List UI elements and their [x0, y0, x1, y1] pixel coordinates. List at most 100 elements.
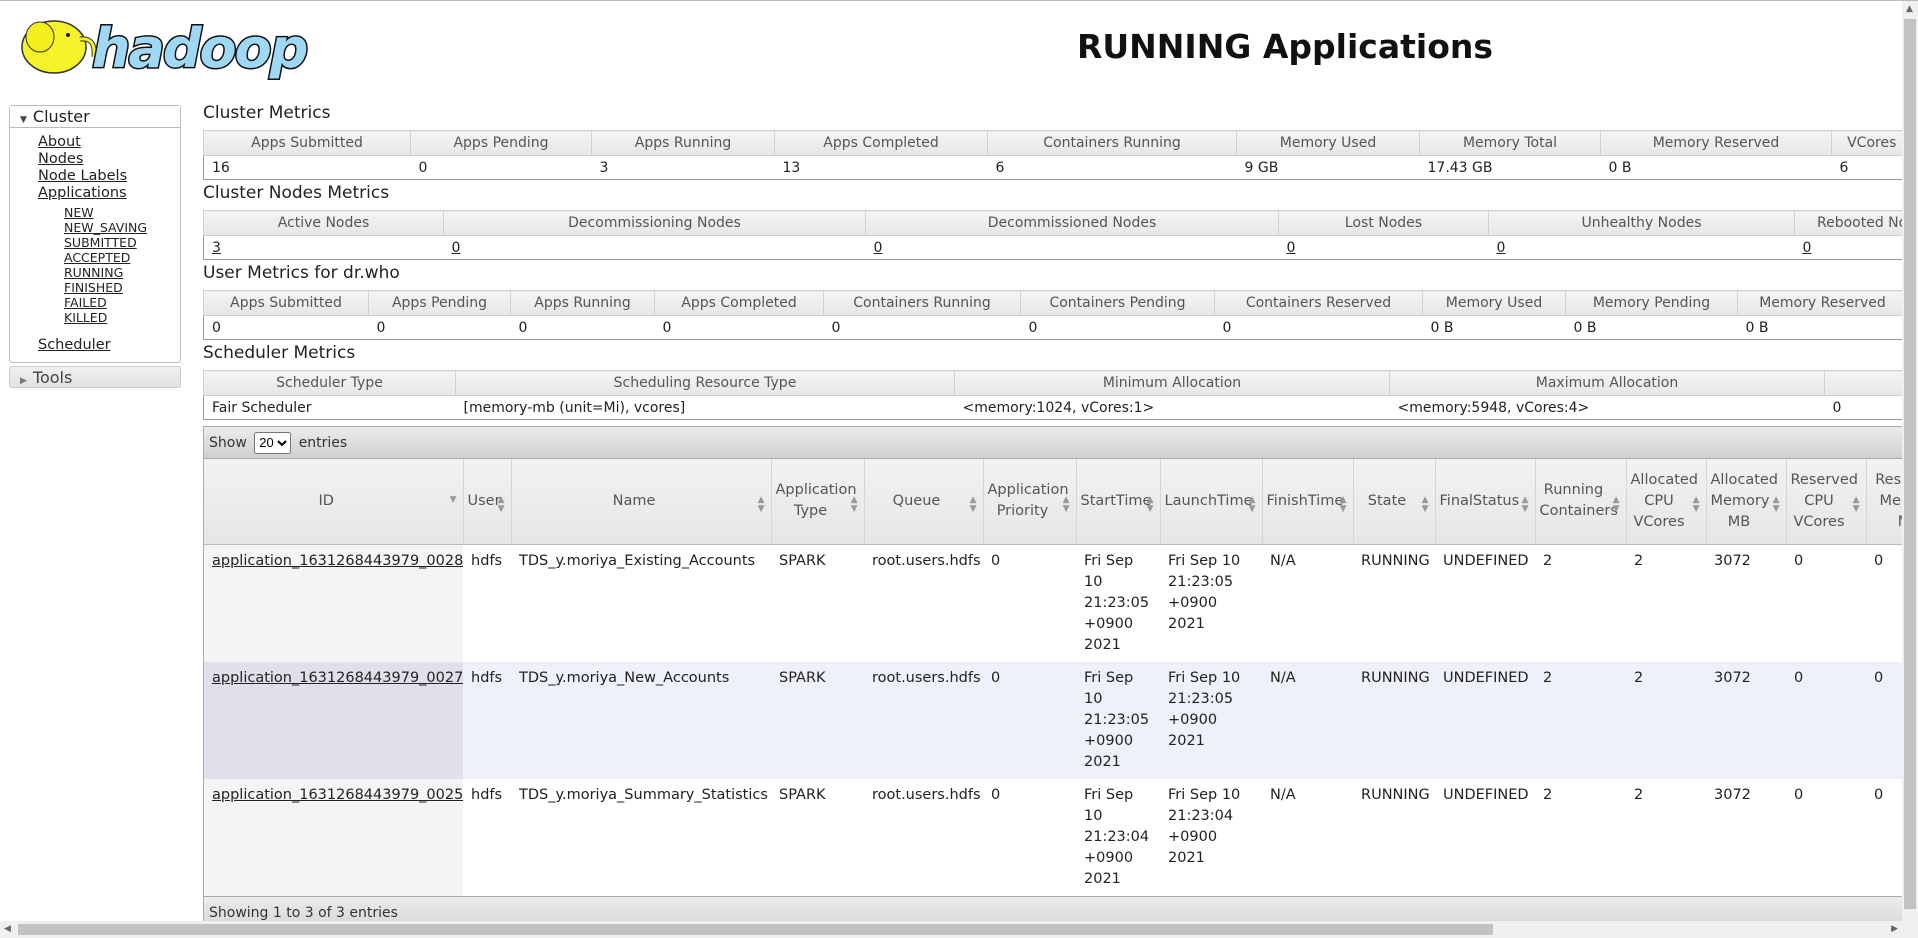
nav-state-killed[interactable]: KILLED [64, 310, 107, 325]
caret-down-icon: ▼ [20, 115, 27, 125]
sort-icon: ▲ ▼ [1772, 495, 1780, 515]
table-cell: 2 [1626, 661, 1706, 779]
page-length-control: Show 20 entries [204, 427, 1903, 459]
table-cell: RUNNING [1353, 544, 1435, 662]
cluster-nodes-metrics-table: Active Nodes Decommissioning Nodes Decommi… [203, 210, 1903, 260]
nav-state-new[interactable]: NEW [64, 205, 94, 220]
table-cell: Fri Sep 10 21:23:05 +0900 2021 [1076, 544, 1160, 662]
nav-link-nodes[interactable]: Nodes [38, 151, 83, 167]
metric-value: 0 [1020, 315, 1215, 340]
horizontal-scrollbar[interactable]: ◀ ▶ [0, 921, 1918, 938]
column-header-launchtime[interactable]: LaunchTime ▲ ▼ [1160, 459, 1263, 545]
table-row: application_1631268443979_0027 hdfs TDS_y.… [204, 661, 1903, 779]
table-cell: 2 [1535, 661, 1626, 779]
column-header-queue[interactable]: Queue ▲ ▼ [864, 459, 984, 545]
metric-header: Containers Pending [1020, 290, 1215, 316]
application-id-link[interactable]: application_1631268443979_0028 [212, 553, 463, 569]
metric-link[interactable]: 0 [1287, 240, 1296, 256]
nav-state-new-saving[interactable]: NEW_SAVING [64, 220, 147, 235]
nav-state-failed[interactable]: FAILED [64, 295, 107, 310]
column-label: LaunchTime [1164, 492, 1253, 509]
table-cell: RUNNING [1353, 778, 1435, 896]
column-header-reserved-memory-mb[interactable]: Reserved Memory MB▲▼ [1866, 459, 1903, 545]
column-header-state[interactable]: State ▲ ▼ [1353, 459, 1436, 545]
tools-section-toggle[interactable]: ▶ Tools [9, 366, 181, 388]
column-label: Reserved CPU VCores [1790, 471, 1859, 530]
applications-table-wrapper: Show 20 entries ID ▼ User ▲ ▼ Name ▲ ▼ Applicati… [203, 426, 1903, 935]
table-cell: 0 [983, 661, 1076, 779]
column-header-finalstatus[interactable]: FinalStatus ▲ ▼ [1435, 459, 1536, 545]
metric-link[interactable]: 0 [452, 240, 461, 256]
column-header-id[interactable]: ID ▼ [204, 459, 464, 545]
table-cell: TDS_y.moriya_Summary_Statistics [511, 778, 771, 896]
metric-header: Decommissioned Nodes [865, 210, 1279, 236]
column-label: FinalStatus [1439, 492, 1520, 509]
column-header-application-type[interactable]: Application Type ▲ ▼ [771, 459, 865, 545]
metric-header: Containers Running [823, 290, 1021, 316]
scroll-left-icon[interactable]: ◀ [4, 924, 11, 934]
metric-header: Active Nodes [203, 210, 444, 236]
application-id-link[interactable]: application_1631268443979_0025 [212, 787, 463, 803]
column-header-user[interactable]: User ▲ ▼ [463, 459, 512, 545]
column-label: Queue [892, 492, 941, 509]
show-label: Show [209, 435, 247, 451]
vertical-scrollbar[interactable]: ▲ [1902, 1, 1918, 923]
scroll-right-icon[interactable]: ▶ [1891, 924, 1898, 934]
metric-value: 17.43 GB [1419, 155, 1601, 180]
metric-value: <memory:1024, vCores:1> [954, 395, 1390, 420]
metric-link[interactable]: 0 [874, 240, 883, 256]
metric-link[interactable]: 3 [212, 240, 221, 256]
metric-value: 0 [1214, 315, 1423, 340]
column-header-allocated-memory-mb[interactable]: Allocated Memory MB ▲ ▼ [1706, 459, 1787, 545]
column-header-allocated-cpu-vcores[interactable]: Allocated CPU VCores ▲ ▼ [1626, 459, 1707, 545]
sort-desc-icon: ▼ [449, 495, 457, 506]
sort-icon: ▲ ▼ [1146, 495, 1154, 515]
metric-value: 0 [368, 315, 511, 340]
column-header-name[interactable]: Name ▲ ▼ [511, 459, 772, 545]
table-cell: UNDEFINED [1435, 544, 1535, 662]
nav-state-finished[interactable]: FINISHED [64, 280, 123, 295]
nav-link-node-labels[interactable]: Node Labels [38, 168, 127, 184]
table-cell: SPARK [771, 778, 864, 896]
column-header-starttime[interactable]: StartTime ▲ ▼ [1076, 459, 1161, 545]
table-cell: 2 [1535, 778, 1626, 896]
nav-state-running[interactable]: RUNNING [64, 265, 123, 280]
horizontal-scroll-thumb[interactable] [18, 924, 1493, 935]
metric-link[interactable]: 0 [1803, 240, 1812, 256]
nav-state-submitted[interactable]: SUBMITTED [64, 235, 137, 250]
metric-header: Memory Total [1419, 130, 1601, 156]
table-cell: 0 [1866, 778, 1903, 896]
page-size-select[interactable]: 20 [254, 431, 292, 454]
table-cell: TDS_y.moriya_New_Accounts [511, 661, 771, 779]
table-cell: 0 [1866, 544, 1903, 662]
nav-state-accepted[interactable]: ACCEPTED [64, 250, 130, 265]
table-cell: Fri Sep 10 21:23:04 +0900 2021 [1076, 778, 1160, 896]
column-header-running-containers[interactable]: Running Containers ▲ ▼ [1535, 459, 1627, 545]
metric-link[interactable]: 0 [1497, 240, 1506, 256]
sort-icon: ▲ ▼ [850, 495, 858, 515]
column-header-application-priority[interactable]: Application Priority ▲ ▼ [983, 459, 1077, 545]
table-cell: 3072 [1706, 778, 1786, 896]
table-cell: Fri Sep 10 21:23:05 +0900 2021 [1076, 661, 1160, 779]
metric-header: Scheduler Type [203, 370, 456, 396]
table-cell: hdfs [463, 778, 511, 896]
nav-link-applications[interactable]: Applications [38, 185, 127, 201]
cluster-section-toggle[interactable]: ▼ Cluster [10, 106, 180, 128]
column-header-reserved-cpu-vcores[interactable]: Reserved CPU VCores ▲ ▼ [1786, 459, 1867, 545]
scroll-up-icon[interactable]: ▲ [1906, 4, 1913, 14]
vertical-scroll-thumb[interactable] [1904, 19, 1916, 909]
sort-icon: ▲ ▼ [1521, 495, 1529, 515]
column-label: ID [318, 492, 334, 509]
column-header-finishtime[interactable]: FinishTime ▲ ▼ [1262, 459, 1354, 545]
cluster-metrics-title: Cluster Metrics [203, 103, 331, 123]
metric-header: Apps Pending [368, 290, 511, 316]
metric-value: 9 GB [1236, 155, 1420, 180]
metric-value: 0 [510, 315, 655, 340]
application-id-link[interactable]: application_1631268443979_0027 [212, 670, 463, 686]
metric-value: 0 [410, 155, 592, 180]
metric-value: 0 B [1565, 315, 1738, 340]
metric-value: 0 B [1600, 155, 1832, 180]
nav-link-scheduler[interactable]: Scheduler [38, 337, 111, 353]
nav-link-about[interactable]: About [38, 134, 81, 150]
sort-icon: ▲ ▼ [497, 495, 505, 515]
